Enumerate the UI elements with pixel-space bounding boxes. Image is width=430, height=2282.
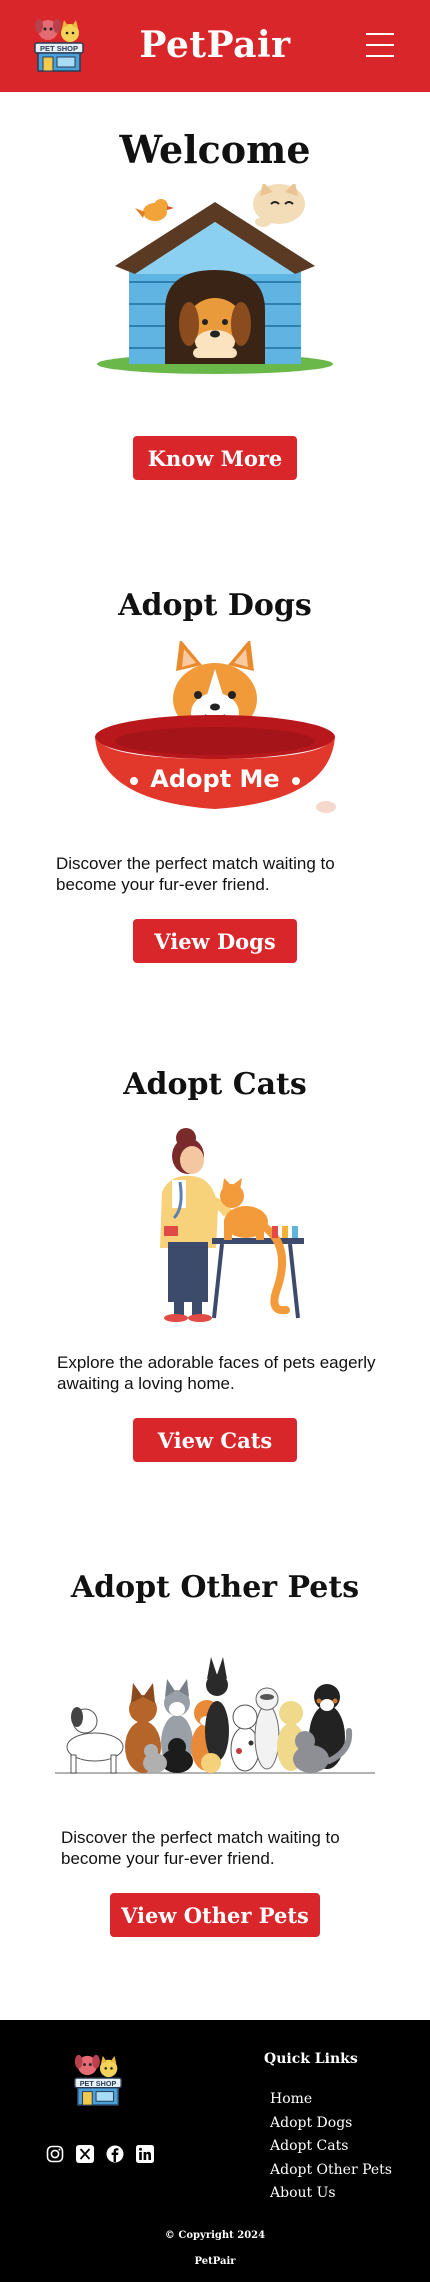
footer-link-home[interactable]: Home [270, 2088, 392, 2112]
quick-links-title: Quick Links [264, 2051, 358, 2067]
svg-text:PET SHOP: PET SHOP [80, 2079, 117, 2088]
copyright-text: © Copyright 2024 [164, 2230, 266, 2241]
adopt-dogs-section: Adopt Dogs Adopt Me Discover the perfect… [0, 526, 430, 1023]
view-other-pets-button[interactable]: View Other Pets [110, 1893, 320, 1937]
footer-link-adopt-cats[interactable]: Adopt Cats [270, 2135, 392, 2159]
welcome-section: Welcome Know More [0, 92, 430, 526]
view-cats-button[interactable]: View Cats [133, 1418, 297, 1462]
adopt-other-pets-title: Adopt Other Pets [70, 1570, 360, 1605]
footer-link-about-us[interactable]: About Us [270, 2182, 392, 2206]
adopt-dogs-title: Adopt Dogs [118, 588, 312, 623]
adopt-dogs-description: Discover the perfect match waiting to be… [56, 854, 335, 894]
svg-text:Adopt Me: Adopt Me [150, 765, 279, 793]
adopt-other-pets-description: Discover the perfect match waiting to be… [61, 1828, 340, 1868]
adopt-cats-title: Adopt Cats [123, 1067, 307, 1102]
adopt-cats-description: Explore the adorable faces of pets eager… [57, 1353, 376, 1393]
quick-links-list: Home Adopt Dogs Adopt Cats Adopt Other P… [270, 2088, 392, 2206]
footer-link-adopt-dogs[interactable]: Adopt Dogs [270, 2112, 392, 2136]
facebook-icon[interactable] [106, 2145, 124, 2163]
footer-pet-shop-logo[interactable]: PET SHOP [70, 2052, 126, 2108]
instagram-icon[interactable] [46, 2145, 64, 2163]
site-header: PET SHOP PetPair [0, 0, 430, 92]
pets-group-illustration [55, 1657, 375, 1774]
site-footer: PET SHOP Quick Links Home Adopt Dogs Ado [0, 2020, 430, 2282]
doghouse-illustration [97, 184, 333, 374]
know-more-button[interactable]: Know More [133, 436, 297, 480]
view-dogs-button[interactable]: View Dogs [133, 919, 297, 963]
hamburger-menu-icon[interactable] [366, 33, 394, 57]
page-title: Welcome [119, 127, 311, 172]
adopt-cats-section: Adopt Cats Explore the adorable faces of… [0, 1023, 430, 1500]
social-links [46, 2145, 154, 2163]
footer-link-adopt-other-pets[interactable]: Adopt Other Pets [270, 2159, 392, 2183]
footer-brand: PetPair [194, 2256, 236, 2267]
vet-cat-illustration [160, 1128, 304, 1322]
linkedin-icon[interactable] [136, 2145, 154, 2163]
x-icon[interactable] [76, 2145, 94, 2163]
corgi-bowl-illustration: Adopt Me [95, 641, 336, 813]
adopt-other-pets-section: Adopt Other Pets Discover the perfect ma… [0, 1500, 430, 2020]
